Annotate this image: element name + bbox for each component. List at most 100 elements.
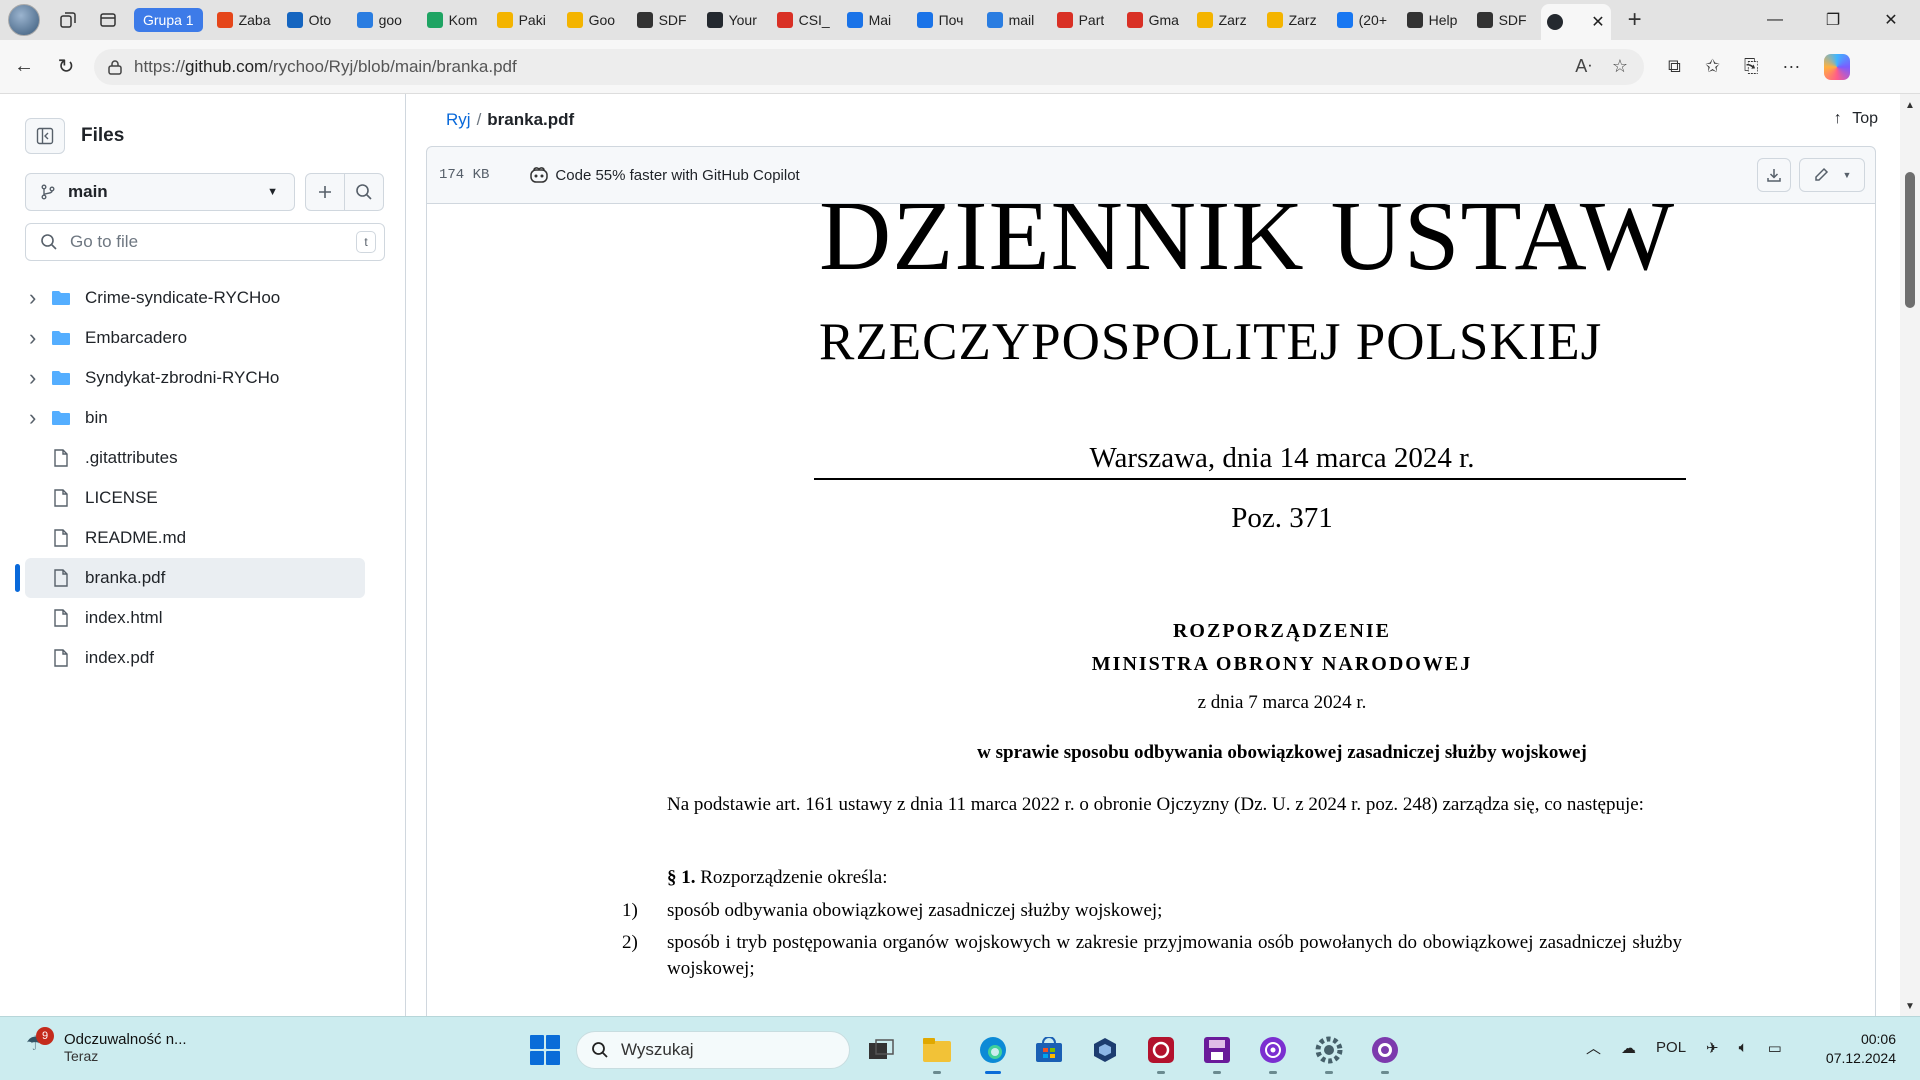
browser-tab[interactable]: SDF (631, 5, 701, 35)
task-view-icon[interactable] (862, 1031, 900, 1069)
tree-folder[interactable]: › Embarcadero (25, 318, 365, 358)
profile-avatar[interactable] (8, 4, 40, 36)
chevron-up-icon[interactable]: ︿ (1586, 1037, 1601, 1058)
browser-tab[interactable]: (20+ (1331, 5, 1401, 35)
read-aloud-icon[interactable]: Aᐧ (1575, 56, 1592, 77)
restore-button[interactable]: ❐ (1804, 0, 1862, 40)
browser-tab[interactable]: Gma (1121, 5, 1191, 35)
browser-tab[interactable]: goo (351, 5, 421, 35)
browser-tab[interactable]: Zarz (1261, 5, 1331, 35)
browser-tab[interactable]: Paki (491, 5, 561, 35)
airplane-mode-icon[interactable]: ✈ (1706, 1039, 1719, 1057)
url-field[interactable]: https://github.com/rychoo/Ryj/blob/main/… (94, 48, 1644, 85)
breadcrumb-repo-link[interactable]: Ryj (446, 110, 471, 129)
act-issuer: MINISTRA OBRONY NARODOWEJ (1091, 653, 1473, 675)
browser-tab[interactable]: Zaba (211, 5, 281, 35)
file-explorer-icon[interactable] (918, 1031, 956, 1074)
browser-tab[interactable]: Oto (281, 5, 351, 35)
save-app-icon[interactable] (1198, 1031, 1236, 1074)
title-rule (814, 478, 1686, 480)
tree-folder[interactable]: › Syndykat-zbrodni-RYCHo (25, 358, 365, 398)
facebook-icon (1336, 12, 1353, 28)
gemini-icon (1266, 12, 1283, 28)
edit-button-group[interactable]: ▼ (1799, 158, 1865, 192)
browser-tab[interactable]: mail (981, 5, 1051, 35)
refresh-button[interactable]: ↻ (48, 49, 84, 85)
tree-file[interactable]: index.pdf (25, 638, 365, 678)
collapse-sidebar-button[interactable] (25, 118, 65, 154)
tree-folder[interactable]: › bin (25, 398, 365, 438)
github-desktop-icon[interactable] (1366, 1031, 1404, 1074)
scroll-up-icon[interactable]: ▲ (1905, 100, 1915, 111)
gemini-icon (566, 12, 583, 28)
weather-widget[interactable]: ☂ 9 Odczuwalność n... Teraz (26, 1027, 187, 1064)
extensions-icon[interactable]: ⧉ (1668, 56, 1681, 77)
tree-folder[interactable]: › Crime-syndicate-RYCHoo (25, 278, 365, 318)
close-tab-icon[interactable]: ✕ (1591, 12, 1604, 32)
branch-selector[interactable]: main ▼ (25, 173, 295, 211)
chevron-right-icon[interactable]: › (25, 405, 51, 431)
tab-group-chip[interactable]: Grupa 1 (134, 8, 203, 32)
language-indicator[interactable]: POL (1656, 1039, 1686, 1056)
back-button[interactable]: ← (6, 49, 42, 85)
browser-tab[interactable]: Kom (421, 5, 491, 35)
windows-taskbar: ☂ 9 Odczuwalność n... Teraz Wyszukaj ︿ ☁… (0, 1016, 1920, 1080)
browser-tab[interactable]: Mai (841, 5, 911, 35)
pdf-viewer[interactable]: DZIENNIK USTAW RZECZYPOSPOLITEJ POLSKIEJ… (426, 204, 1876, 1016)
browser-tab[interactable]: Help (1401, 5, 1471, 35)
more-menu-icon[interactable]: ··· (1782, 56, 1800, 77)
chevron-right-icon[interactable]: › (25, 285, 51, 311)
browser-tab[interactable]: Goo (561, 5, 631, 35)
edge-browser-icon[interactable] (974, 1031, 1012, 1074)
top-button[interactable]: ↑ Top (1834, 110, 1878, 128)
workspaces-icon[interactable] (54, 6, 82, 34)
browser-tab[interactable]: Part (1051, 5, 1121, 35)
tree-file[interactable]: index.html (25, 598, 365, 638)
favorites-icon[interactable]: ✩ (1705, 56, 1720, 77)
caret-down-icon[interactable]: ▼ (1843, 170, 1852, 180)
collections-icon[interactable]: ⎘ (1744, 56, 1758, 77)
store-icon[interactable] (1030, 1031, 1068, 1069)
download-button[interactable] (1757, 158, 1791, 192)
taskbar-search[interactable]: Wyszukaj (576, 1031, 850, 1069)
github-page: Files main ▼ Go to file t › Crime-syndica… (0, 94, 1920, 1016)
tab-active-github[interactable]: ✕ (1540, 4, 1611, 40)
scroll-down-icon[interactable]: ▼ (1905, 1001, 1915, 1012)
new-tab-button[interactable]: + (1621, 6, 1649, 34)
pencil-icon[interactable] (1813, 167, 1829, 183)
browser-tab[interactable]: Zarz (1191, 5, 1261, 35)
onedrive-cloud-icon[interactable]: ☁ (1621, 1039, 1636, 1057)
pdf-icon (776, 12, 793, 28)
tree-file[interactable]: .gitattributes (25, 438, 365, 478)
battery-icon[interactable]: ▭ (1768, 1039, 1782, 1057)
settings-gear-icon[interactable] (1310, 1031, 1348, 1074)
browser-tab[interactable]: CSI_ (771, 5, 841, 35)
file-icon (51, 609, 71, 627)
favorite-star-icon[interactable]: ☆ (1612, 56, 1628, 77)
tree-file[interactable]: LICENSE (25, 478, 365, 518)
add-file-button[interactable] (305, 173, 345, 211)
lock-icon[interactable] (108, 59, 122, 75)
browser-tab[interactable]: Поч (911, 5, 981, 35)
search-code-button[interactable] (344, 173, 384, 211)
tab-actions-icon[interactable] (94, 6, 122, 34)
virtualbox-icon[interactable] (1086, 1031, 1124, 1069)
browser-tab[interactable]: SDF (1471, 5, 1541, 35)
scrollbar-thumb[interactable] (1905, 172, 1915, 308)
go-to-file-input[interactable]: Go to file t (25, 223, 385, 261)
media-app-icon[interactable] (1142, 1031, 1180, 1074)
podcast-app-icon[interactable] (1254, 1031, 1292, 1074)
tree-file[interactable]: README.md (25, 518, 365, 558)
chevron-right-icon[interactable]: › (25, 325, 51, 351)
start-button[interactable] (530, 1035, 560, 1065)
tree-file[interactable]: branka.pdf (15, 558, 365, 598)
copilot-promo-link[interactable]: Code 55% faster with GitHub Copilot (529, 166, 800, 184)
copilot-icon[interactable] (1824, 53, 1851, 80)
minimize-button[interactable]: — (1746, 0, 1804, 40)
chevron-right-icon[interactable]: › (25, 365, 51, 391)
volume-icon[interactable]: 🔈︎ (1739, 1039, 1748, 1056)
close-window-button[interactable]: ✕ (1862, 0, 1920, 40)
browser-tab[interactable]: Your (701, 5, 771, 35)
taskbar-clock[interactable]: 00:06 07.12.2024 (1826, 1030, 1896, 1068)
page-scrollbar[interactable]: ▲ ▼ (1900, 94, 1920, 1016)
